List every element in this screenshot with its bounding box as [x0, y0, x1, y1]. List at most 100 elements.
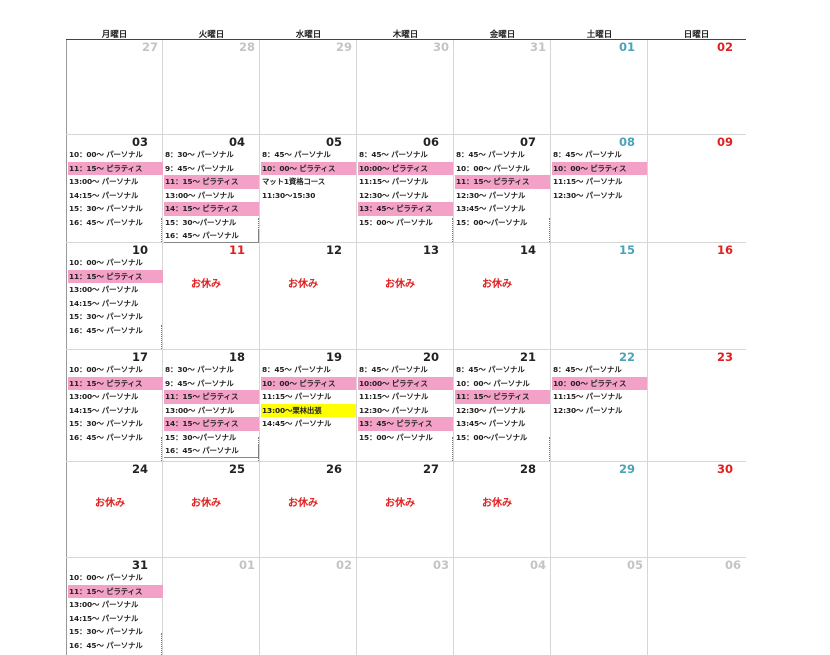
- schedule-event[interactable]: 8：30～ パーソナル: [164, 363, 259, 377]
- schedule-event[interactable]: 9：45～ パーソナル: [164, 162, 259, 176]
- day-cell[interactable]: 30: [648, 462, 745, 557]
- day-cell[interactable]: 05 8：45～ パーソナル 10：00～ ピラティス マット1資格コース 11:30～…: [260, 135, 357, 242]
- schedule-event[interactable]: 15：30～ パーソナル: [68, 202, 163, 216]
- schedule-event[interactable]: 16：45～ パーソナル: [164, 444, 259, 458]
- schedule-event[interactable]: 12:30～ パーソナル: [455, 404, 550, 418]
- schedule-event[interactable]: 13:00～ パーソナル: [164, 404, 259, 418]
- schedule-event[interactable]: 10：00～ パーソナル: [455, 162, 550, 176]
- day-cell[interactable]: 02: [648, 40, 745, 134]
- schedule-event[interactable]: 15：00～パーソナル: [455, 216, 550, 230]
- schedule-event[interactable]: 13:00～ パーソナル: [164, 189, 259, 203]
- schedule-event[interactable]: 11:15～ パーソナル: [358, 175, 453, 189]
- schedule-event[interactable]: 11:15～ パーソナル: [552, 175, 647, 189]
- schedule-event[interactable]: 10：00～ ピラティス: [261, 161, 356, 175]
- day-cell[interactable]: 31: [454, 40, 551, 134]
- schedule-event[interactable]: 16：45～ パーソナル: [68, 216, 163, 230]
- day-cell[interactable]: 24 お休み: [66, 462, 163, 557]
- schedule-event[interactable]: 12:30～ パーソナル: [552, 404, 647, 418]
- schedule-event[interactable]: 16：45～ パーソナル: [68, 431, 163, 445]
- day-cell[interactable]: 06 8：45～ パーソナル 10:00～ ピラティス 11:15～ パーソナル 12:…: [357, 135, 454, 242]
- schedule-event[interactable]: 15：30～ パーソナル: [68, 310, 163, 324]
- schedule-event[interactable]: 15：00～ パーソナル: [358, 216, 453, 230]
- day-cell[interactable]: 26 お休み: [260, 462, 357, 557]
- schedule-event[interactable]: 15：30～パーソナル: [164, 216, 259, 230]
- day-cell[interactable]: 27: [66, 40, 163, 134]
- day-cell[interactable]: 22 8：45～ パーソナル 10：00～ ピラティス 11:15～ パーソナル 12:…: [551, 350, 648, 461]
- day-cell[interactable]: 20 8：45～ パーソナル 10:00～ ピラティス 11:15～ パーソナル 12:…: [357, 350, 454, 461]
- day-cell[interactable]: 16: [648, 243, 745, 349]
- schedule-event[interactable]: 16：45～ パーソナル: [68, 639, 163, 653]
- schedule-event[interactable]: 15：00～パーソナル: [455, 431, 550, 445]
- schedule-event[interactable]: 11:30～15:30: [261, 189, 356, 203]
- schedule-event[interactable]: 11：15～ ピラティス: [68, 376, 163, 390]
- day-cell[interactable]: 12 お休み: [260, 243, 357, 349]
- schedule-event[interactable]: 9：45～ パーソナル: [164, 377, 259, 391]
- day-cell[interactable]: 01: [163, 558, 260, 655]
- schedule-event[interactable]: 16：45～ パーソナル: [164, 229, 259, 243]
- day-cell[interactable]: 10 10：00～ パーソナル 11：15～ ピラティス 13:00～ パーソナル 14…: [66, 243, 163, 349]
- day-cell[interactable]: 23: [648, 350, 745, 461]
- day-cell[interactable]: 30: [357, 40, 454, 134]
- schedule-event[interactable]: 8：45～ パーソナル: [552, 148, 647, 162]
- schedule-event[interactable]: 11：15～ ピラティス: [68, 161, 163, 175]
- day-cell[interactable]: 28: [163, 40, 260, 134]
- day-cell[interactable]: 29: [260, 40, 357, 134]
- schedule-event[interactable]: 12:30～ パーソナル: [358, 404, 453, 418]
- day-cell[interactable]: 11 お休み: [163, 243, 260, 349]
- schedule-event[interactable]: 10：00～ パーソナル: [68, 571, 163, 585]
- schedule-event[interactable]: 13:45～ パーソナル: [455, 417, 550, 431]
- schedule-event[interactable]: 13:00～ パーソナル: [68, 390, 163, 404]
- schedule-event[interactable]: 8：45～ パーソナル: [455, 148, 550, 162]
- schedule-event[interactable]: 8：45～ パーソナル: [358, 363, 453, 377]
- schedule-event[interactable]: 13：45～ ピラティス: [358, 202, 453, 216]
- schedule-event[interactable]: 11：15～ ピラティス: [164, 175, 259, 189]
- day-cell[interactable]: 08 8：45～ パーソナル 10：00～ ピラティス 11:15～ パーソナル 12:…: [551, 135, 648, 242]
- schedule-event[interactable]: 14：15～ ピラティス: [164, 202, 259, 216]
- schedule-event[interactable]: 8：45～ パーソナル: [455, 363, 550, 377]
- schedule-event[interactable]: 14:15～ パーソナル: [68, 297, 163, 311]
- schedule-event[interactable]: 10:00～ ピラティス: [358, 376, 453, 390]
- schedule-event[interactable]: 8：45～ パーソナル: [552, 363, 647, 377]
- day-cell[interactable]: 15: [551, 243, 648, 349]
- schedule-event[interactable]: 14:15～ パーソナル: [68, 612, 163, 626]
- schedule-event[interactable]: 11：15～ ピラティス: [455, 390, 550, 404]
- schedule-event[interactable]: 10：00～ ピラティス: [261, 376, 356, 390]
- schedule-event[interactable]: 8：30～ パーソナル: [164, 148, 259, 162]
- day-cell[interactable]: 13 お休み: [357, 243, 454, 349]
- day-cell[interactable]: 25 お休み: [163, 462, 260, 557]
- schedule-event[interactable]: 10：00～ パーソナル: [68, 363, 163, 377]
- schedule-event[interactable]: 13:00～ パーソナル: [68, 598, 163, 612]
- schedule-event[interactable]: 8：45～ パーソナル: [261, 363, 356, 377]
- schedule-event[interactable]: 15：30～パーソナル: [164, 431, 259, 445]
- schedule-event[interactable]: 10：00～ パーソナル: [68, 148, 163, 162]
- day-cell[interactable]: 28 お休み: [454, 462, 551, 557]
- day-cell[interactable]: 09: [648, 135, 745, 242]
- schedule-event[interactable]: 11：15～ ピラティス: [68, 269, 163, 283]
- day-cell[interactable]: 07 8：45～ パーソナル 10：00～ パーソナル 11：15～ ピラティス 12:…: [454, 135, 551, 242]
- schedule-event[interactable]: 12:30～ パーソナル: [552, 189, 647, 203]
- schedule-event[interactable]: 13:00～ パーソナル: [68, 175, 163, 189]
- schedule-event[interactable]: 10:00～ ピラティス: [358, 161, 453, 175]
- schedule-event[interactable]: 11：15～ ピラティス: [68, 584, 163, 598]
- schedule-event[interactable]: 16：45～ パーソナル: [68, 324, 163, 338]
- schedule-event[interactable]: 13：45～ ピラティス: [358, 417, 453, 431]
- schedule-event[interactable]: 8：45～ パーソナル: [261, 148, 356, 162]
- schedule-event[interactable]: 15：30～ パーソナル: [68, 625, 163, 639]
- schedule-event[interactable]: 13:00～栗林出張: [261, 403, 356, 417]
- day-cell[interactable]: 01: [551, 40, 648, 134]
- day-cell[interactable]: 31 10：00～ パーソナル 11：15～ ピラティス 13:00～ パーソナル 14…: [66, 558, 163, 655]
- schedule-event[interactable]: 8：45～ パーソナル: [358, 148, 453, 162]
- day-cell[interactable]: 04 8：30～ パーソナル 9：45～ パーソナル 11：15～ ピラティス 13:0…: [163, 135, 260, 243]
- schedule-event[interactable]: 15：30～ パーソナル: [68, 417, 163, 431]
- schedule-event[interactable]: 12:30～ パーソナル: [455, 189, 550, 203]
- schedule-event[interactable]: 10：00～ パーソナル: [68, 256, 163, 270]
- day-cell[interactable]: 27 お休み: [357, 462, 454, 557]
- schedule-event[interactable]: 14:45～ パーソナル: [261, 417, 356, 431]
- schedule-event[interactable]: 15：00～ パーソナル: [358, 431, 453, 445]
- schedule-event[interactable]: マット1資格コース: [261, 175, 356, 189]
- day-cell[interactable]: 17 10：00～ パーソナル 11：15～ ピラティス 13:00～ パーソナル 14…: [66, 350, 163, 461]
- schedule-event[interactable]: 13:00～ パーソナル: [68, 283, 163, 297]
- day-cell[interactable]: 03 10：00～ パーソナル 11：15～ ピラティス 13:00～ パーソナル 14…: [66, 135, 163, 242]
- day-cell[interactable]: 05: [551, 558, 648, 655]
- day-cell[interactable]: 21 8：45～ パーソナル 10：00～ パーソナル 11：15～ ピラティス 12:…: [454, 350, 551, 461]
